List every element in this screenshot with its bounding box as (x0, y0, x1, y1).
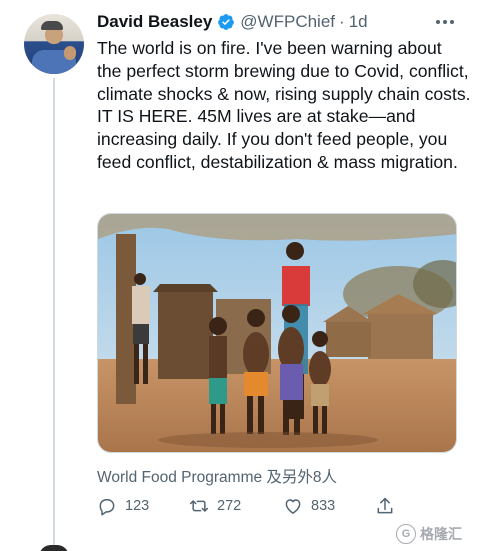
tweet-timestamp[interactable]: 1d (349, 12, 368, 32)
watermark-badge-icon: G (396, 524, 416, 544)
photo-tag-attribution[interactable]: World Food Programme 及另外8人 (97, 465, 337, 487)
author-handle[interactable]: @WFPChief (240, 12, 335, 32)
thread-connector-line (53, 78, 55, 551)
like-count: 833 (311, 498, 336, 514)
reply-count: 123 (125, 498, 150, 514)
watermark-text: 格隆汇 (420, 526, 462, 542)
watermark-logo: G 格隆汇 (396, 522, 462, 546)
tweet-body-text: The world is on fire. I've been warning … (97, 38, 471, 172)
author-avatar[interactable] (24, 14, 84, 74)
share-icon (377, 497, 393, 514)
reply-button[interactable]: 123 (97, 492, 149, 520)
tweet-header: David Beasley @WFPChief · 1d (97, 10, 368, 34)
next-tweet-avatar[interactable] (39, 545, 69, 551)
tweet-screen: David Beasley @WFPChief · 1d The world i… (0, 0, 480, 551)
separator-dot: · (339, 12, 345, 31)
retweet-icon (189, 500, 209, 512)
reply-icon (99, 499, 115, 516)
retweet-count: 272 (217, 498, 242, 514)
retweet-button[interactable]: 272 (189, 492, 241, 520)
tweet-photo[interactable] (97, 213, 457, 453)
share-button[interactable] (375, 492, 395, 520)
photo-children-village (98, 214, 456, 452)
like-button[interactable]: 833 (283, 492, 335, 520)
tweet-action-bar: 123 272 833 (97, 492, 437, 520)
verified-badge-icon (218, 14, 235, 30)
more-options-icon[interactable] (432, 12, 458, 32)
author-name[interactable]: David Beasley (97, 12, 212, 32)
like-icon (285, 499, 301, 514)
